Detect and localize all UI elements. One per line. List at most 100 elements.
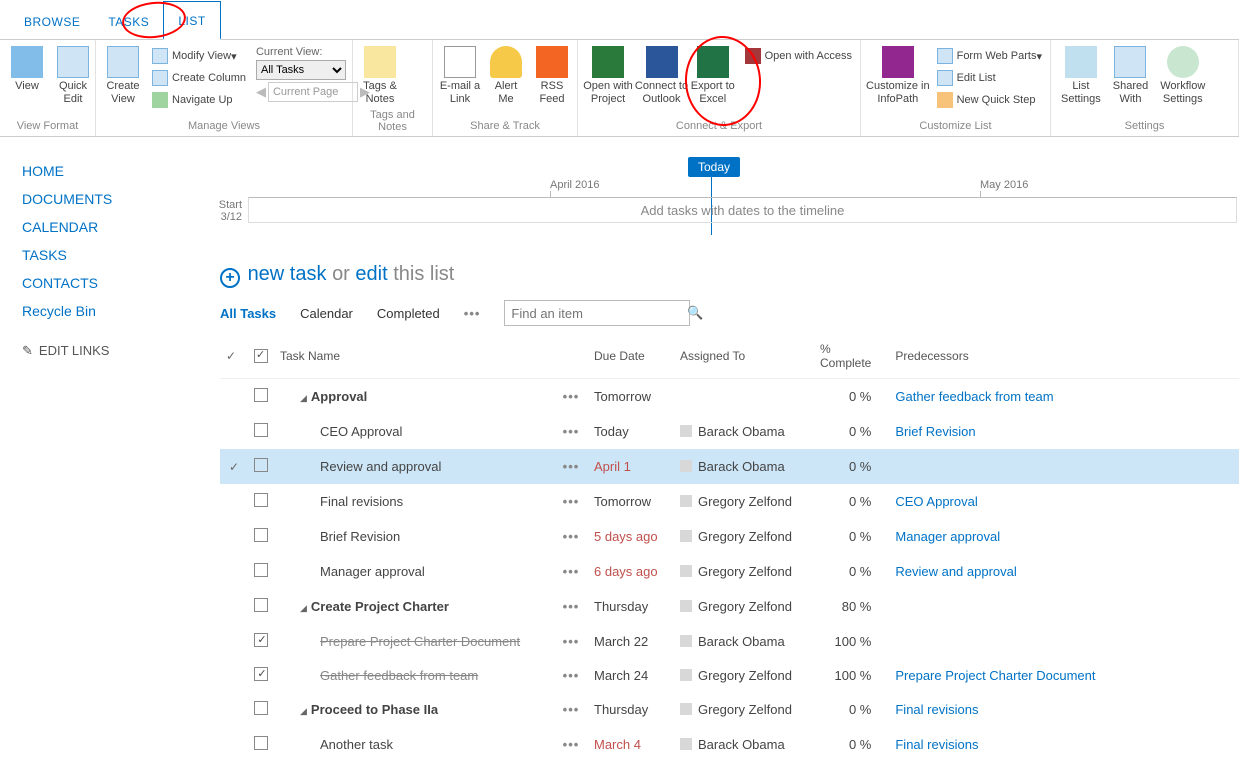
row-checkbox[interactable] <box>254 563 268 577</box>
edit-list-button[interactable]: Edit List <box>933 68 1046 88</box>
row-menu-icon[interactable]: ••• <box>554 484 588 519</box>
row-menu-icon[interactable]: ••• <box>554 658 588 692</box>
col-pct-complete[interactable]: % Complete <box>814 332 889 379</box>
task-name[interactable]: Approval <box>280 389 367 404</box>
new-task-link[interactable]: new task <box>248 263 327 285</box>
row-checkbox[interactable] <box>254 528 268 542</box>
create-column-button[interactable]: Create Column <box>148 68 250 88</box>
tab-tasks[interactable]: TASKS <box>94 3 163 39</box>
row-menu-icon[interactable]: ••• <box>554 554 588 589</box>
row-checkbox[interactable] <box>254 667 268 681</box>
tags-notes-button[interactable]: Tags & Notes <box>357 42 403 109</box>
nav-contacts[interactable]: CONTACTS <box>22 269 200 297</box>
edit-list-link[interactable]: edit <box>355 263 387 285</box>
modify-view-button[interactable]: Modify View ▾ <box>148 46 250 66</box>
current-view-select[interactable]: All Tasks <box>256 60 346 80</box>
search-input[interactable] <box>511 306 687 321</box>
workflow-settings-button[interactable]: Workflow Settings <box>1154 42 1211 109</box>
row-menu-icon[interactable]: ••• <box>554 727 588 762</box>
open-access-button[interactable]: Open with Access <box>741 46 856 66</box>
nav-recycle-bin[interactable]: Recycle Bin <box>22 297 200 325</box>
create-view-button[interactable]: Create View <box>100 42 146 109</box>
quick-edit-button[interactable]: Quick Edit <box>50 42 96 109</box>
predecessor-link[interactable]: Gather feedback from team <box>895 389 1053 404</box>
row-checkbox[interactable] <box>254 423 268 437</box>
row-checkbox[interactable] <box>254 458 268 472</box>
predecessor-link[interactable]: Prepare Project Charter Document <box>895 668 1095 683</box>
new-quick-step-button[interactable]: New Quick Step <box>933 90 1046 110</box>
row-checkbox[interactable] <box>254 598 268 612</box>
table-row[interactable]: Prepare Project Charter Document•••March… <box>220 624 1239 658</box>
view-more-icon[interactable]: ••• <box>464 306 481 321</box>
table-row[interactable]: Approval•••Tomorrow0 %Gather feedback fr… <box>220 379 1239 415</box>
email-link-button[interactable]: E-mail a Link <box>437 42 483 109</box>
predecessor-link[interactable]: Brief Revision <box>895 424 975 439</box>
edit-links[interactable]: EDIT LINKS <box>22 343 200 359</box>
table-row[interactable]: Create Project Charter•••ThursdayGregory… <box>220 589 1239 624</box>
row-checkbox[interactable] <box>254 633 268 647</box>
table-row[interactable]: Manager approval•••6 days agoGregory Zel… <box>220 554 1239 589</box>
row-menu-icon[interactable]: ••• <box>554 692 588 727</box>
task-name[interactable]: Prepare Project Charter Document <box>280 634 520 649</box>
open-project-button[interactable]: Open with Project <box>582 42 634 109</box>
view-calendar[interactable]: Calendar <box>300 306 353 321</box>
nav-home[interactable]: HOME <box>22 157 200 185</box>
tab-list[interactable]: LIST <box>163 1 220 40</box>
predecessor-link[interactable]: Final revisions <box>895 737 978 752</box>
form-web-parts-button[interactable]: Form Web Parts ▾ <box>933 46 1046 66</box>
table-row[interactable]: Gather feedback from team•••March 24Greg… <box>220 658 1239 692</box>
task-name[interactable]: Brief Revision <box>280 529 400 544</box>
task-name[interactable]: Manager approval <box>280 564 425 579</box>
tab-browse[interactable]: BROWSE <box>10 3 94 39</box>
rss-feed-button[interactable]: RSS Feed <box>529 42 575 109</box>
row-checkbox[interactable] <box>254 388 268 402</box>
timeline-body[interactable]: Add tasks with dates to the timeline <box>248 197 1237 223</box>
col-task-name[interactable]: Task Name <box>274 332 554 379</box>
shared-with-button[interactable]: Shared With <box>1107 42 1154 109</box>
customize-infopath-button[interactable]: Customize in InfoPath <box>865 42 931 109</box>
task-name[interactable]: Review and approval <box>280 459 441 474</box>
search-box[interactable]: 🔍 <box>504 300 690 326</box>
view-button[interactable]: View <box>4 42 50 97</box>
row-menu-icon[interactable]: ••• <box>554 449 588 484</box>
col-due-date[interactable]: Due Date <box>588 332 674 379</box>
view-completed[interactable]: Completed <box>377 306 440 321</box>
predecessor-link[interactable]: CEO Approval <box>895 494 977 509</box>
nav-calendar[interactable]: CALENDAR <box>22 213 200 241</box>
new-task-plus-icon[interactable]: + <box>220 268 240 288</box>
row-menu-icon[interactable]: ••• <box>554 589 588 624</box>
table-row[interactable]: Another task•••March 4Barack Obama0 %Fin… <box>220 727 1239 762</box>
navigate-up-button[interactable]: Navigate Up <box>148 90 250 110</box>
task-name[interactable]: Proceed to Phase IIa <box>280 702 438 717</box>
col-predecessors[interactable]: Predecessors <box>889 332 1239 379</box>
col-assigned-to[interactable]: Assigned To <box>674 332 814 379</box>
task-name[interactable]: Final revisions <box>280 494 403 509</box>
nav-documents[interactable]: DOCUMENTS <box>22 185 200 213</box>
task-name[interactable]: Gather feedback from team <box>280 668 478 683</box>
row-checkbox[interactable] <box>254 493 268 507</box>
table-row[interactable]: Proceed to Phase IIa•••ThursdayGregory Z… <box>220 692 1239 727</box>
predecessor-link[interactable]: Review and approval <box>895 564 1016 579</box>
connect-outlook-button[interactable]: Connect to Outlook <box>634 42 689 109</box>
col-select-all[interactable] <box>254 349 268 363</box>
table-row[interactable]: Final revisions•••TomorrowGregory Zelfon… <box>220 484 1239 519</box>
predecessor-link[interactable]: Manager approval <box>895 529 1000 544</box>
search-icon[interactable]: 🔍 <box>687 305 703 321</box>
predecessor-link[interactable]: Final revisions <box>895 702 978 717</box>
row-menu-icon[interactable]: ••• <box>554 414 588 449</box>
task-name[interactable]: Create Project Charter <box>280 599 449 614</box>
task-name[interactable]: Another task <box>280 737 393 752</box>
row-checkbox[interactable] <box>254 736 268 750</box>
table-row[interactable]: Brief Revision•••5 days agoGregory Zelfo… <box>220 519 1239 554</box>
alert-me-button[interactable]: Alert Me <box>483 42 529 109</box>
list-settings-button[interactable]: List Settings <box>1055 42 1107 109</box>
row-menu-icon[interactable]: ••• <box>554 379 588 415</box>
view-all-tasks[interactable]: All Tasks <box>220 306 276 321</box>
task-name[interactable]: CEO Approval <box>280 424 402 439</box>
nav-tasks[interactable]: TASKS <box>22 241 200 269</box>
row-menu-icon[interactable]: ••• <box>554 624 588 658</box>
row-menu-icon[interactable]: ••• <box>554 519 588 554</box>
table-row[interactable]: CEO Approval•••TodayBarack Obama0 %Brief… <box>220 414 1239 449</box>
export-excel-button[interactable]: Export to Excel <box>689 42 737 109</box>
table-row[interactable]: Review and approval•••April 1Barack Obam… <box>220 449 1239 484</box>
